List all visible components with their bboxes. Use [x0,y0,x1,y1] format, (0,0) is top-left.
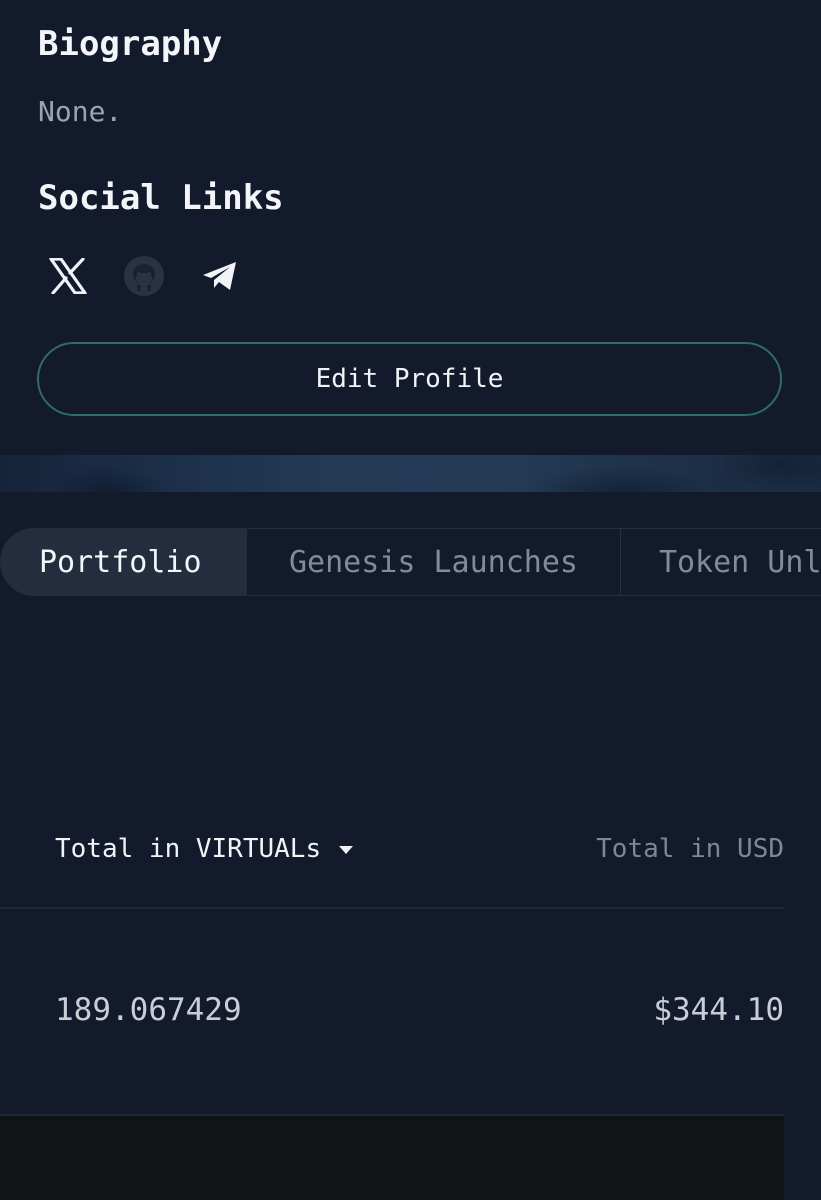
edit-profile-button[interactable]: Edit Profile [37,342,782,416]
x-icon[interactable] [44,252,92,300]
social-links-heading: Social Links [38,178,284,218]
portfolio-tabs: Portfolio Genesis Launches Token Unl [0,528,821,596]
biography-heading: Biography [38,24,223,64]
total-usd-label: Total in USD [596,834,784,864]
total-usd-value: $344.10 [653,992,784,1028]
total-virtuals-label: Total in VIRTUALs [55,834,322,864]
profile-banner-image [0,455,821,492]
tab-portfolio[interactable]: Portfolio [0,528,248,596]
social-links-row [44,252,272,300]
bottom-panel [0,1116,784,1200]
biography-text: None. [38,95,123,128]
telegram-icon[interactable] [196,252,244,300]
total-virtuals-dropdown[interactable]: Total in VIRTUALs [55,834,354,864]
chevron-down-icon [339,846,354,854]
total-virtuals-value: 189.067429 [55,992,242,1028]
github-icon[interactable] [120,252,168,300]
totals-header-row: Total in VIRTUALs Total in USD [0,830,784,874]
divider [0,907,784,909]
tab-genesis-launches[interactable]: Genesis Launches [247,528,621,596]
tab-token-unlocks[interactable]: Token Unl [620,528,821,596]
